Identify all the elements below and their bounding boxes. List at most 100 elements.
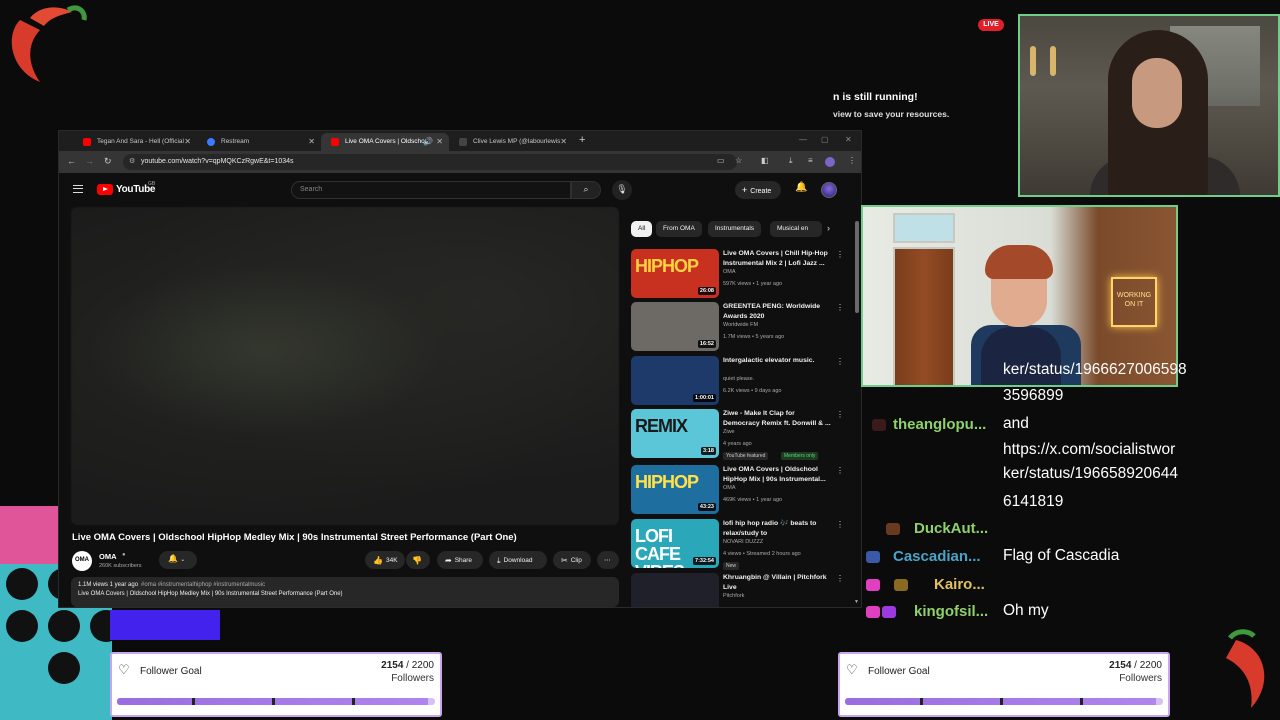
close-tab-icon[interactable]: ✕ bbox=[436, 137, 443, 146]
video-thumbnail[interactable] bbox=[631, 573, 719, 607]
recommendation-item[interactable]: 1:00:01 Intergalactic elevator music. quie… bbox=[631, 356, 845, 406]
forward-arrow-icon[interactable]: → bbox=[85, 156, 94, 166]
video-thumbnail[interactable]: HIPHOP 43:23 bbox=[631, 465, 719, 514]
recommendation-item[interactable]: Khruangbin @ Villain | Pitchfork Live Pit… bbox=[631, 573, 845, 607]
scroll-down-icon[interactable]: ▼ bbox=[854, 599, 859, 605]
tab-clive-lewis[interactable]: Clive Lewis MP (@labourlewis ✕ bbox=[449, 133, 573, 151]
tab-tegan-and-sara[interactable]: Tegan And Sara - Hell (Official ✕ bbox=[73, 133, 197, 151]
address-bar[interactable]: ⚙ youtube.com/watch?v=qpMQKCzRgwE&t=1034… bbox=[123, 154, 737, 170]
recommendation-title[interactable]: Intergalactic elevator music. bbox=[723, 356, 833, 366]
recommendation-meta: 4 views • Streamed 2 hours ago bbox=[723, 551, 801, 557]
recommendation-channel[interactable]: Pitchfork bbox=[723, 593, 744, 599]
video-thumbnail[interactable]: 16:52 bbox=[631, 302, 719, 351]
search-input[interactable]: Search bbox=[291, 181, 571, 199]
recommendation-title[interactable]: Ziwe - Make It Clap for Democracy Remix … bbox=[723, 409, 833, 429]
media-control-icon[interactable]: ≡ bbox=[808, 156, 813, 165]
recommendation-channel[interactable]: Worldwide FM bbox=[723, 322, 758, 328]
site-info-icon[interactable]: ⚙ bbox=[129, 157, 135, 165]
recommendation-channel[interactable]: NOVARI DUZZZ bbox=[723, 539, 763, 545]
channel-name[interactable]: OMA bbox=[99, 552, 117, 561]
video-player[interactable] bbox=[71, 207, 619, 525]
close-window-icon[interactable]: ✕ bbox=[845, 135, 852, 144]
recommendation-item[interactable]: LOFI CAFE VIBES7:32:54lofi hip hop radio… bbox=[631, 519, 845, 570]
recommendation-item[interactable]: 16:52 GREENTEA PENG: Worldwide Awards 202… bbox=[631, 302, 845, 352]
video-thumbnail[interactable]: HIPHOP 26:08 bbox=[631, 249, 719, 298]
description-box[interactable]: 1.1M views 1 year ago #oma #instrumentalh… bbox=[71, 577, 619, 607]
recommendation-title[interactable]: Live OMA Covers | Chill Hip-Hop Instrume… bbox=[723, 249, 833, 269]
chip-from-oma[interactable]: From OMA bbox=[656, 221, 702, 237]
video-thumbnail[interactable]: LOFI CAFE VIBES7:32:54 bbox=[631, 519, 719, 568]
more-options-icon[interactable]: ⋮ bbox=[836, 574, 844, 583]
create-button[interactable]: + Create bbox=[735, 181, 781, 199]
account-avatar[interactable] bbox=[821, 182, 837, 198]
more-horizontal-icon: ⋯ bbox=[604, 557, 611, 564]
more-options-icon[interactable]: ⋮ bbox=[836, 520, 844, 529]
menu-hamburger-icon[interactable] bbox=[73, 185, 83, 193]
new-tab-button[interactable]: + bbox=[579, 134, 585, 146]
recommendation-title[interactable]: GREENTEA PENG: Worldwide Awards 2020 bbox=[723, 302, 833, 322]
recommendation-title[interactable]: Khruangbin @ Villain | Pitchfork Live bbox=[723, 573, 833, 593]
more-options-icon[interactable]: ⋮ bbox=[836, 303, 844, 312]
like-button[interactable]: 👍 34K bbox=[365, 551, 405, 569]
download-icon[interactable]: ⤓ bbox=[789, 156, 793, 166]
recommendation-title[interactable]: lofi hip hop radio 🎶 beats to relax/stud… bbox=[723, 519, 833, 539]
notifications-bell-icon[interactable]: 🔔 bbox=[795, 182, 807, 193]
close-tab-icon[interactable]: ✕ bbox=[308, 137, 315, 146]
chat-message: ker/status/1966627006598 bbox=[1003, 361, 1187, 378]
recommendation-item[interactable]: HIPHOP 43:23 Live OMA Covers | Oldschool H… bbox=[631, 465, 845, 515]
recommendation-channel[interactable]: Ziwe bbox=[723, 429, 735, 435]
menu-kebab-icon[interactable]: ⋮ bbox=[848, 156, 856, 165]
video-duration: 16:52 bbox=[697, 340, 716, 348]
recommendation-item[interactable]: HIPHOP 26:08 Live OMA Covers | Chill Hip-H… bbox=[631, 249, 845, 299]
recommendation-channel[interactable]: OMA bbox=[723, 269, 736, 275]
recommendation-title[interactable]: Live OMA Covers | Oldschool HipHop Mix |… bbox=[723, 465, 833, 485]
chat-username[interactable]: Cascadian... bbox=[893, 548, 981, 565]
back-arrow-icon[interactable]: ← bbox=[67, 156, 76, 166]
close-tab-icon[interactable]: ✕ bbox=[184, 137, 191, 146]
channel-avatar[interactable]: OMA bbox=[72, 551, 92, 571]
more-actions-button[interactable]: ⋯ bbox=[597, 551, 619, 569]
install-app-icon[interactable]: ▭ bbox=[717, 156, 725, 165]
extensions-icon[interactable]: ◧ bbox=[761, 156, 769, 165]
notification-subtext: view to save your resources. bbox=[833, 109, 950, 119]
video-thumbnail[interactable]: 1:00:01 bbox=[631, 356, 719, 405]
reload-icon[interactable]: ↻ bbox=[104, 156, 112, 167]
chat-username[interactable]: Kairo... bbox=[934, 576, 985, 593]
chat-username[interactable]: kingofsil... bbox=[914, 603, 988, 620]
download-button[interactable]: ⤓ Download bbox=[489, 551, 547, 569]
chip-all[interactable]: All bbox=[631, 221, 653, 237]
close-tab-icon[interactable]: ✕ bbox=[560, 137, 567, 146]
youtube-logo-icon[interactable] bbox=[97, 184, 113, 195]
recommendation-channel[interactable]: quiet please. bbox=[723, 376, 754, 382]
search-button[interactable]: ⌕ bbox=[571, 181, 601, 199]
profile-avatar-icon[interactable] bbox=[825, 157, 835, 167]
chat-username[interactable]: DuckAut... bbox=[914, 520, 988, 537]
minimize-icon[interactable]: — bbox=[799, 135, 807, 144]
scrollbar-thumb[interactable] bbox=[855, 221, 859, 313]
more-options-icon[interactable]: ⋮ bbox=[836, 357, 844, 366]
browser-toolbar: ← → ↻ ⚙ youtube.com/watch?v=qpMQKCzRgwE&… bbox=[59, 151, 861, 173]
chip-musical-ensemble[interactable]: Musical en bbox=[770, 221, 822, 237]
recommendation-channel[interactable]: OMA bbox=[723, 485, 736, 491]
speaker-icon[interactable]: 🔊 bbox=[423, 137, 433, 146]
video-thumbnail[interactable]: REMIX 3:18 bbox=[631, 409, 719, 458]
recommendation-item[interactable]: REMIX 3:18 Ziwe - Make It Clap for Democra… bbox=[631, 409, 845, 460]
video-title: Live OMA Covers | Oldschool HipHop Medle… bbox=[72, 532, 517, 543]
chip-instrumentals[interactable]: Instrumentals bbox=[708, 221, 762, 237]
maximize-icon[interactable]: ▢ bbox=[821, 135, 829, 144]
chevron-right-icon[interactable]: › bbox=[827, 223, 830, 233]
dislike-button[interactable]: 👎 bbox=[406, 551, 430, 569]
more-options-icon[interactable]: ⋮ bbox=[836, 466, 844, 475]
chat-username[interactable]: theanglopu... bbox=[893, 416, 986, 433]
chat-badge-icon bbox=[872, 419, 886, 431]
more-options-icon[interactable]: ⋮ bbox=[836, 410, 844, 419]
subscription-bell-button[interactable]: 🔔 ⌄ bbox=[159, 551, 197, 569]
clip-button[interactable]: ✂ Clip bbox=[553, 551, 591, 569]
bookmark-star-icon[interactable]: ☆ bbox=[735, 156, 742, 165]
tab-restream[interactable]: Restream ✕ bbox=[197, 133, 321, 151]
more-options-icon[interactable]: ⋮ bbox=[836, 250, 844, 259]
share-button[interactable]: ➦ Share bbox=[437, 551, 483, 569]
voice-search-button[interactable]: 🎙 bbox=[612, 180, 632, 200]
hashtags[interactable]: #oma #instrumentalhiphop #instrumentalmu… bbox=[141, 582, 265, 588]
tab-live-oma-covers[interactable]: Live OMA Covers | Oldscho 🔊 ✕ bbox=[321, 133, 449, 151]
